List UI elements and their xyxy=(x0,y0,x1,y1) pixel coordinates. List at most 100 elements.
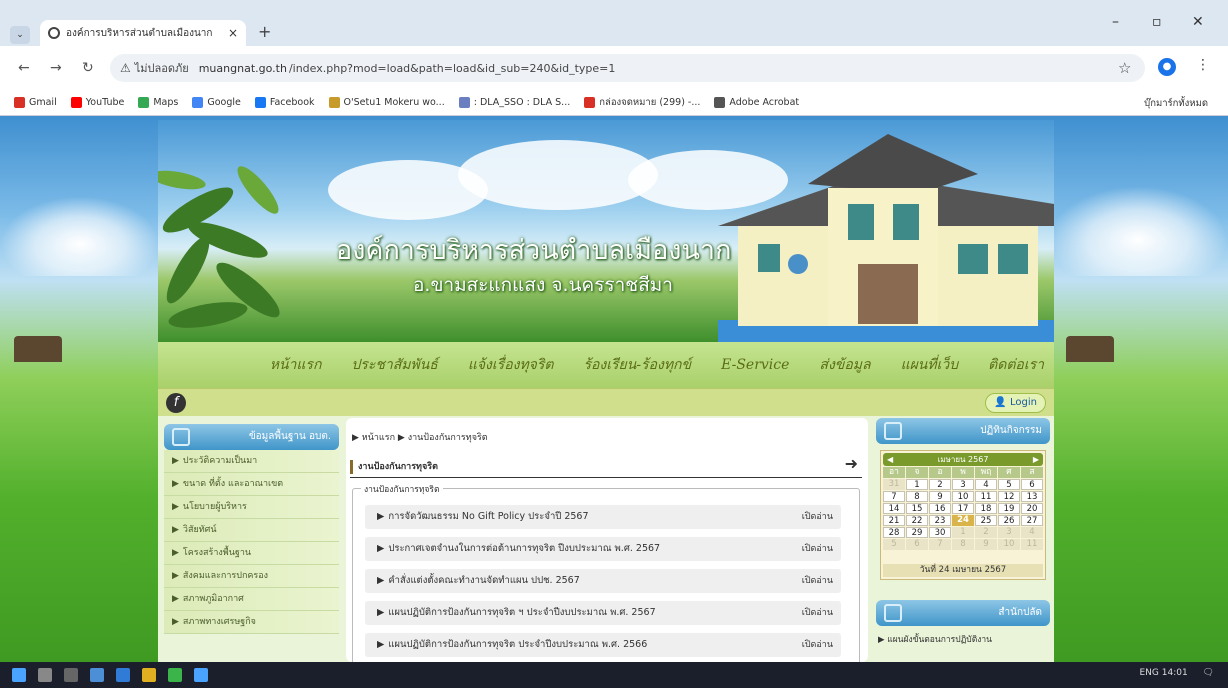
calendar-day[interactable]: 21 xyxy=(883,515,905,526)
tab-search-button[interactable]: ⌄ xyxy=(10,26,30,44)
bookmark-item[interactable]: Facebook xyxy=(254,97,315,108)
menu-item-sitemap[interactable]: แผนที่เว็บ xyxy=(901,354,959,376)
all-bookmarks-button[interactable]: บุ๊กมาร์กทั้งหมด xyxy=(1144,96,1208,111)
calendar-next-icon[interactable]: ▶ xyxy=(1033,453,1039,466)
bookmark-item[interactable]: Adobe Acrobat xyxy=(714,97,799,108)
calendar-day[interactable]: 4 xyxy=(975,479,997,490)
menu-item-home[interactable]: หน้าแรก xyxy=(270,354,322,376)
read-link[interactable]: เปิดอ่าน xyxy=(802,537,833,561)
bookmark-item[interactable]: YouTube xyxy=(70,97,124,108)
back-button[interactable]: ← xyxy=(18,60,30,76)
calendar-day[interactable]: 13 xyxy=(1021,491,1043,502)
bookmark-star-icon[interactable]: ☆ xyxy=(1118,59,1131,77)
calendar-day[interactable]: 1 xyxy=(906,479,928,490)
bookmark-item[interactable]: O'Setu1 Mokeru wo... xyxy=(328,97,445,108)
notification-icon[interactable]: 🗨 xyxy=(1203,668,1214,678)
profile-avatar[interactable]: ● xyxy=(1158,58,1176,76)
bookmark-item[interactable]: : DLA_SSO : DLA S... xyxy=(458,97,570,108)
calendar-day[interactable]: 7 xyxy=(883,491,905,502)
search-icon[interactable] xyxy=(38,668,52,682)
read-link[interactable]: เปิดอ่าน xyxy=(802,633,833,657)
sidebar-item[interactable]: ▶ สภาพทางเศรษฐกิจ xyxy=(164,611,339,634)
menu-item-complaints[interactable]: ร้องเรียน-ร้องทุกข์ xyxy=(583,354,691,376)
calendar-day[interactable]: 20 xyxy=(1021,503,1043,514)
tab-close-icon[interactable]: × xyxy=(228,26,238,40)
document-row[interactable]: ▶ คำสั่งแต่งตั้งคณะทำงานจัดทำแผน ปปช. 256… xyxy=(365,569,841,593)
calendar-day[interactable]: 29 xyxy=(906,527,928,538)
address-bar[interactable]: ⚠ ไม่ปลอดภัย muangnat.go.th /index.php?m… xyxy=(110,54,1145,82)
calendar-day[interactable]: 10 xyxy=(952,491,974,502)
calendar-day[interactable]: 12 xyxy=(998,491,1020,502)
calendar-day[interactable]: 17 xyxy=(952,503,974,514)
leaves-decoration xyxy=(158,166,280,328)
calendar-day[interactable]: 19 xyxy=(998,503,1020,514)
calendar-day[interactable]: 28 xyxy=(883,527,905,538)
sidebar-item[interactable]: ▶ ขนาด ที่ตั้ง และอาณาเขต xyxy=(164,473,339,496)
warning-icon[interactable]: ⚠ xyxy=(120,61,131,75)
document-row[interactable]: ▶ แผนปฏิบัติการป้องกันการทุจริต ประจำปีงบ… xyxy=(365,633,841,657)
calendar-day[interactable]: 11 xyxy=(975,491,997,502)
login-button[interactable]: 👤 Login xyxy=(985,393,1046,413)
minimize-button[interactable]: – xyxy=(1112,14,1119,30)
flash-icon[interactable]: f xyxy=(166,393,186,413)
browser-menu-icon[interactable]: ⋮ xyxy=(1196,57,1210,73)
sidebar-item[interactable]: ▶ โครงสร้างพื้นฐาน xyxy=(164,542,339,565)
arrow-icon[interactable]: ➜ xyxy=(845,455,858,473)
calendar-day[interactable]: 16 xyxy=(929,503,951,514)
calendar-day[interactable]: 25 xyxy=(975,515,997,526)
maximize-button[interactable]: ▫ xyxy=(1152,14,1162,30)
calendar-day[interactable]: 23 xyxy=(929,515,951,526)
task-view-icon[interactable] xyxy=(64,668,78,682)
calendar-day[interactable]: 30 xyxy=(929,527,951,538)
sidebar-item[interactable]: ▶ นโยบายผู้บริหาร xyxy=(164,496,339,519)
calendar-day[interactable]: 27 xyxy=(1021,515,1043,526)
bookmark-item[interactable]: Gmail xyxy=(14,97,57,108)
forward-button[interactable]: → xyxy=(50,60,62,76)
reload-button[interactable]: ↻ xyxy=(82,60,94,76)
start-icon[interactable] xyxy=(12,668,26,682)
bookmark-item[interactable]: กล่องจดหมาย (299) -... xyxy=(584,95,700,110)
sidebar-item[interactable]: ▶ ประวัติความเป็นมา xyxy=(164,450,339,473)
office-link[interactable]: ▶ แผนผังขั้นตอนการปฏิบัติงาน xyxy=(878,632,992,646)
document-row[interactable]: ▶ ประกาศเจตจำนงในการต่อต้านการทุจริต ปีงบ… xyxy=(365,537,841,561)
mail-icon[interactable] xyxy=(90,668,104,682)
calendar-day[interactable]: 22 xyxy=(906,515,928,526)
calendar-day[interactable]: 5 xyxy=(998,479,1020,490)
document-row[interactable]: ▶ การจัดวัฒนธรรม No Gift Policy ประจำปี 2… xyxy=(365,505,841,529)
calendar-day[interactable]: 26 xyxy=(998,515,1020,526)
document-row[interactable]: ▶ แผนปฏิบัติการป้องกันการทุจริต ฯ ประจำปี… xyxy=(365,601,841,625)
line-icon[interactable] xyxy=(168,668,182,682)
bookmark-item[interactable]: Google xyxy=(192,97,241,108)
menu-item-contact[interactable]: ติดต่อเรา xyxy=(988,354,1044,376)
read-link[interactable]: เปิดอ่าน xyxy=(802,505,833,529)
calendar-day[interactable]: 8 xyxy=(906,491,928,502)
calendar-day[interactable]: 14 xyxy=(883,503,905,514)
bookmark-item[interactable]: Maps xyxy=(138,97,178,108)
menu-item-news[interactable]: ประชาสัมพันธ์ xyxy=(351,354,437,376)
read-link[interactable]: เปิดอ่าน xyxy=(802,601,833,625)
active-tab[interactable]: องค์การบริหารส่วนตำบลเมืองนาก × xyxy=(40,20,246,46)
system-tray[interactable]: ENG 14:01 🗨 xyxy=(1139,668,1214,678)
calendar-prev-icon[interactable]: ◀ xyxy=(887,453,893,466)
calendar-day[interactable]: 3 xyxy=(952,479,974,490)
breadcrumb-home[interactable]: หน้าแรก xyxy=(362,433,395,443)
sidebar-item[interactable]: ▶ สภาพภูมิอากาศ xyxy=(164,588,339,611)
edge-icon[interactable] xyxy=(116,668,130,682)
calendar-day[interactable]: 15 xyxy=(906,503,928,514)
calendar-day[interactable]: 24 xyxy=(952,515,974,526)
new-tab-button[interactable]: + xyxy=(258,22,271,41)
calendar-day[interactable]: 9 xyxy=(929,491,951,502)
chrome-icon[interactable] xyxy=(194,668,208,682)
sidebar-item[interactable]: ▶ วิสัยทัศน์ xyxy=(164,519,339,542)
calendar-day[interactable]: 6 xyxy=(1021,479,1043,490)
folder-icon[interactable] xyxy=(142,668,156,682)
calendar-day[interactable]: 2 xyxy=(929,479,951,490)
menu-item-eservice[interactable]: E-Service xyxy=(721,357,789,373)
read-link[interactable]: เปิดอ่าน xyxy=(802,569,833,593)
menu-item-send-info[interactable]: ส่งข้อมูล xyxy=(819,354,870,376)
menu-item-report-corruption[interactable]: แจ้งเรื่องทุจริต xyxy=(468,354,554,376)
close-window-button[interactable]: ✕ xyxy=(1192,14,1204,30)
calendar-day[interactable]: 18 xyxy=(975,503,997,514)
not-secure-label[interactable]: ไม่ปลอดภัย xyxy=(135,59,189,77)
sidebar-item[interactable]: ▶ สังคมและการปกครอง xyxy=(164,565,339,588)
